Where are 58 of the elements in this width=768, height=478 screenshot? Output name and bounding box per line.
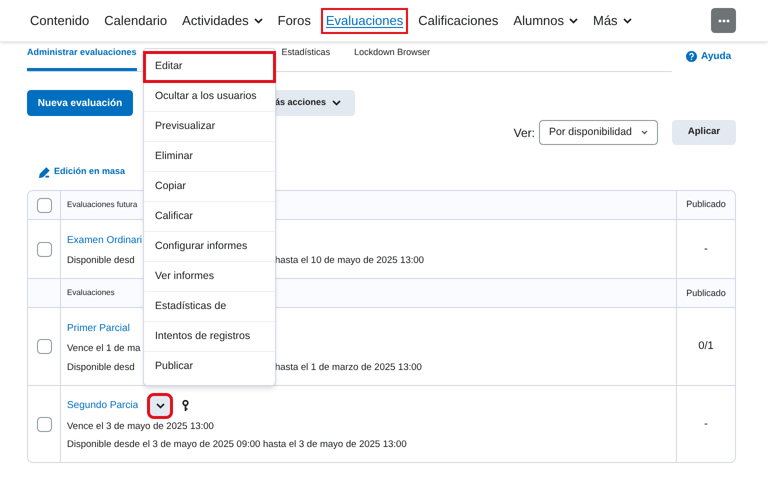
checkbox[interactable]: [36, 339, 52, 354]
chevron-down-icon: [568, 18, 578, 24]
column-header: Evaluaciones: [67, 287, 115, 300]
more-options-button[interactable]: [711, 8, 736, 33]
menu-item[interactable]: Configurar informes: [144, 232, 275, 262]
assessment-detail: Disponible desde el 3 de mayo de 2025 09:00 hasta el 3 de mayo de 2025 13:00: [67, 438, 407, 452]
menu-item[interactable]: Editar: [144, 52, 275, 82]
checkbox[interactable]: [36, 198, 52, 212]
chevron-down-icon: [332, 100, 341, 106]
column-header: Publicado: [686, 198, 726, 212]
bulk-edit-link[interactable]: Edición en masa: [54, 165, 126, 179]
chevron-down-icon: [254, 18, 263, 24]
column-header: Evaluaciones futura: [67, 199, 138, 211]
pencil-icon[interactable]: [39, 166, 50, 178]
nav-link[interactable]: Calificaciones: [415, 10, 502, 32]
menu-item[interactable]: Previsualizar: [144, 112, 275, 142]
assessment-link[interactable]: Segundo Parcia: [67, 398, 138, 414]
menu-item[interactable]: Calificar: [144, 202, 275, 232]
actions-menu-button[interactable]: [150, 396, 170, 416]
chevron-down-icon: [622, 18, 632, 24]
menu-item[interactable]: Ver informes: [144, 262, 275, 292]
help-icon[interactable]: [686, 51, 697, 62]
nav-link[interactable]: Más: [590, 10, 635, 32]
view-select[interactable]: Por disponibilidad: [539, 120, 658, 145]
menu-item[interactable]: Estadísticas de: [144, 292, 275, 322]
new-assessment-button[interactable]: Nueva evaluación: [27, 90, 133, 116]
checkbox[interactable]: [36, 242, 52, 257]
menu-item[interactable]: Intentos de registros: [144, 322, 275, 352]
tab[interactable]: Lockdown Browser: [354, 41, 430, 71]
menu-item[interactable]: Publicar: [144, 352, 275, 382]
tab[interactable]: Estadísticas: [282, 41, 330, 71]
nav-link[interactable]: Actividades: [179, 10, 266, 32]
view-label: Ver:: [514, 124, 535, 142]
nav-link[interactable]: Evaluaciones: [322, 10, 406, 32]
more-icon: [718, 18, 730, 22]
nav-link[interactable]: Alumnos: [510, 10, 581, 32]
chevron-down-icon: [156, 402, 165, 409]
published-count: 0/1: [698, 339, 714, 354]
nav-link[interactable]: Calendario: [101, 10, 170, 32]
published-count: -: [704, 242, 708, 257]
assessment-detail: Disponible desd: [67, 360, 135, 374]
assessment-link[interactable]: Primer Parcial: [67, 320, 130, 336]
tab[interactable]: Administrar evaluaciones: [27, 41, 137, 71]
menu-item[interactable]: Ocultar a los usuarios: [144, 82, 275, 112]
nav-link[interactable]: Foros: [274, 10, 314, 32]
assessment-detail: Vence el 3 de mayo de 2025 13:00: [67, 420, 214, 434]
assessment-detail: Disponible desd: [67, 254, 135, 268]
assessment-link[interactable]: Examen Ordinari: [67, 232, 142, 248]
published-count: -: [704, 416, 708, 432]
help-link[interactable]: Ayuda: [701, 49, 732, 64]
nav-link[interactable]: Contenido: [27, 10, 92, 32]
column-header: Publicado: [686, 286, 726, 300]
checkbox[interactable]: [36, 416, 52, 432]
chevron-down-icon: [641, 130, 648, 135]
apply-button[interactable]: Aplicar: [672, 120, 736, 145]
assessment-detail: Vence el 1 de ma: [67, 342, 140, 356]
menu-item[interactable]: Eliminar: [144, 142, 275, 172]
menu-item[interactable]: Copiar: [144, 172, 275, 202]
